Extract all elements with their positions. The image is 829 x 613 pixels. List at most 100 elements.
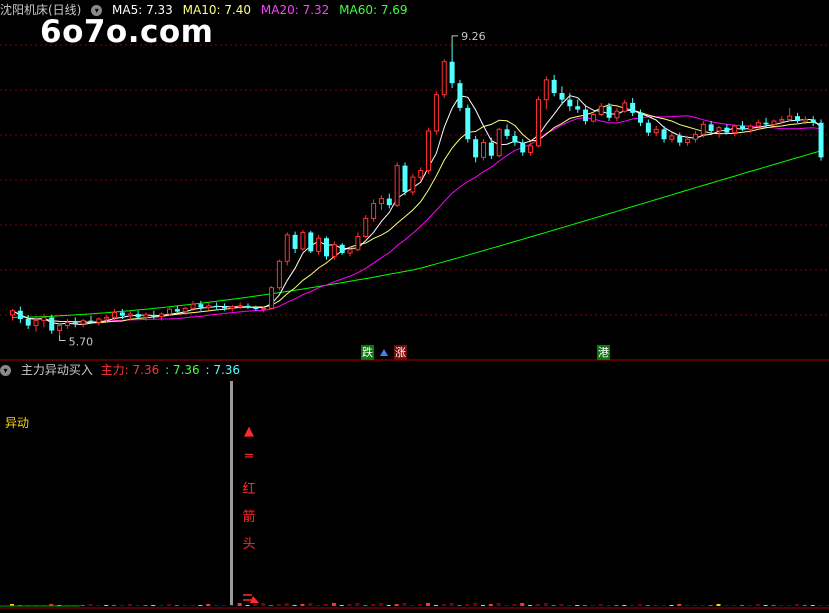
candle-body-down — [740, 126, 746, 130]
candle-body-up — [747, 125, 753, 130]
indicator-bar — [221, 605, 226, 606]
candle-body-down — [465, 107, 471, 140]
indicator-bar — [763, 605, 768, 606]
event-tag-die[interactable]: 跌 — [361, 345, 374, 360]
candle-body-down — [567, 99, 573, 107]
indicator-bar — [316, 605, 321, 606]
signal-bar — [230, 381, 233, 606]
ma20-line — [12, 115, 822, 323]
candle-body-up — [229, 306, 235, 309]
vertical-label-char: = — [243, 449, 255, 464]
candle-body-down — [449, 61, 455, 84]
vertical-label-char: 头 — [242, 537, 256, 552]
candle-body-up — [167, 308, 172, 315]
indicator-value-2: : 7.36 — [165, 363, 200, 377]
candle-body-up — [528, 145, 534, 153]
candle-body-down — [810, 119, 816, 123]
indicator-bar — [182, 605, 187, 606]
candle-body-up — [622, 102, 628, 112]
candle-body-down — [17, 310, 23, 320]
indicator-bar — [528, 605, 533, 606]
indicator-bar — [700, 605, 705, 606]
indicator-bar — [638, 604, 642, 606]
high-marker — [451, 35, 459, 42]
candle-body-down — [88, 320, 94, 323]
indicator-bar — [245, 605, 250, 606]
candle-body-up — [190, 303, 196, 309]
indicator-bar — [80, 605, 85, 606]
candle-body-up — [363, 217, 369, 238]
candle-body-down — [677, 135, 683, 143]
indicator-bar — [198, 605, 203, 606]
candle-body-up — [802, 118, 808, 122]
indicator-bar — [159, 605, 164, 606]
indicator-bar — [747, 605, 752, 606]
candle-body-down — [214, 305, 220, 307]
indicator-bar — [716, 604, 721, 606]
candle-body-down — [583, 109, 589, 122]
indicator-bar — [261, 603, 266, 606]
ma20-value: MA20: 7.32 — [260, 3, 330, 17]
red-arrow-icon: ▲ — [244, 424, 254, 439]
candle-body-down — [559, 93, 565, 100]
candle-body-down — [512, 135, 518, 143]
indicator-bar — [677, 604, 682, 606]
kline-chart[interactable]: 9.26 5.70 — [0, 0, 829, 613]
candle-body-down — [25, 319, 31, 326]
indicator-bar — [292, 605, 297, 606]
candle-body-up — [237, 305, 243, 308]
indicator-left-label: 异动 — [5, 416, 30, 430]
ma10-line — [12, 104, 822, 324]
candle-body-up — [787, 115, 793, 120]
indicator-bar — [724, 605, 729, 606]
low-marker — [59, 335, 66, 342]
candle-body-down — [386, 198, 392, 206]
candle-body-down — [119, 312, 125, 316]
indicator-bar — [481, 605, 485, 606]
candle-body-up — [543, 79, 549, 101]
indicator-bar — [535, 604, 540, 606]
indicator-bar — [575, 605, 580, 606]
candle-body-down — [245, 305, 251, 308]
indicator-bar — [174, 605, 179, 606]
candle-body-up — [771, 120, 777, 125]
indicator-bar — [347, 604, 352, 606]
indicator-bar — [614, 605, 619, 606]
indicator-bar — [127, 604, 132, 606]
indicator-bar — [88, 604, 93, 606]
indicator-bar — [520, 603, 525, 606]
candle-body-up — [481, 142, 486, 158]
candle-body-up — [378, 198, 384, 205]
event-tag-zhang[interactable]: 涨 — [394, 345, 407, 360]
indicator-bar — [394, 604, 399, 606]
indicator-bar — [669, 605, 674, 606]
indicator-bar — [355, 603, 360, 606]
candle-body-up — [80, 320, 86, 325]
indicator-bar — [653, 605, 658, 606]
candle-body-down — [763, 122, 769, 125]
indicator-bar — [465, 604, 470, 606]
candle-body-down — [135, 314, 141, 318]
candle-body-down — [72, 322, 78, 324]
indicator-toggle-icon[interactable]: ▾ — [0, 365, 11, 376]
indicator-bar — [504, 605, 509, 606]
candle-body-up — [300, 231, 306, 250]
indicator-bar — [441, 604, 446, 606]
indicator-bar — [810, 605, 815, 606]
candle-body-up — [276, 260, 282, 289]
candle-body-up — [57, 325, 63, 332]
indicator-bar — [331, 603, 336, 606]
candle-body-up — [371, 203, 377, 219]
low-price-label: 5.70 — [69, 336, 94, 349]
indicator-bar — [284, 603, 289, 606]
indicator-bar — [661, 605, 666, 606]
indicator-header: ▾ 主力异动买入 主力: 7.36 : 7.36 : 7.36 — [0, 361, 246, 379]
candle-body-down — [551, 79, 557, 94]
candle-body-down — [504, 129, 510, 136]
indicator-bar — [410, 605, 415, 606]
candle-body-down — [708, 124, 714, 131]
event-tag-gang[interactable]: 港 — [597, 345, 610, 360]
ma60-value: MA60: 7.69 — [339, 3, 408, 17]
candle-body-down — [402, 165, 408, 193]
candle-body-up — [316, 237, 322, 252]
